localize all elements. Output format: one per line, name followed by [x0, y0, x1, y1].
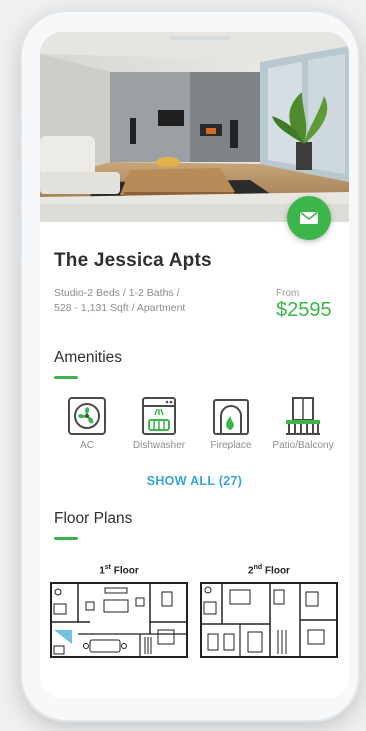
ac-fan-icon	[67, 396, 107, 436]
amenity-label-dishwasher: Dishwasher	[132, 440, 186, 451]
floor-plan-2-label: 2nd Floor	[200, 564, 338, 576]
phone-volume-up	[15, 160, 19, 204]
amenity-dishwasher[interactable]: Dishwasher	[124, 396, 194, 451]
floor-2-suffix: nd	[253, 564, 263, 571]
floor-plan-1-label: 1st Floor	[50, 564, 188, 576]
fireplace-icon	[211, 396, 251, 436]
floor-plans-underline	[54, 537, 78, 540]
phone-mute-switch	[15, 116, 19, 140]
dishwasher-icon	[139, 396, 179, 436]
listing-title: The Jessica Apts	[54, 250, 212, 271]
amenity-label-fireplace: Fireplace	[210, 440, 252, 451]
phone-volume-down	[15, 216, 19, 260]
listing-specs: Studio-2 Beds / 1-2 Baths / 528 - 1,131 …	[54, 286, 224, 316]
price-value: $2595	[276, 299, 332, 321]
floor-plan-1-drawing[interactable]	[50, 582, 188, 658]
amenity-label-patio-balcony: Patio/Balcony	[272, 440, 334, 451]
floor-2-word: Floor	[262, 565, 290, 577]
contact-email-button[interactable]	[287, 196, 331, 240]
phone-speaker	[170, 36, 230, 40]
amenity-patio-balcony[interactable]: Patio/Balcony	[268, 396, 338, 451]
floor-1-word: Floor	[111, 565, 139, 577]
amenities-heading: Amenities	[54, 349, 123, 366]
amenity-label-ac: AC	[80, 440, 94, 451]
hero-photo[interactable]	[40, 32, 349, 222]
floor-plans-heading: Floor Plans	[54, 510, 133, 527]
balcony-icon	[283, 396, 323, 436]
floor-plan-2-drawing[interactable]	[200, 582, 338, 658]
app-screen: The Jessica Apts Studio-2 Beds / 1-2 Bat…	[40, 32, 349, 698]
amenity-fireplace[interactable]: Fireplace	[196, 396, 266, 451]
show-all-amenities-link[interactable]: SHOW ALL (27)	[40, 474, 349, 488]
mail-icon	[300, 211, 318, 224]
amenity-ac[interactable]: AC	[52, 396, 122, 451]
amenities-underline	[54, 376, 78, 379]
specs-line-1: Studio-2 Beds / 1-2 Baths /	[54, 287, 180, 299]
price-from-label: From	[276, 288, 300, 299]
specs-line-2: 528 - 1,131 Sqft / Apartment	[54, 302, 186, 314]
